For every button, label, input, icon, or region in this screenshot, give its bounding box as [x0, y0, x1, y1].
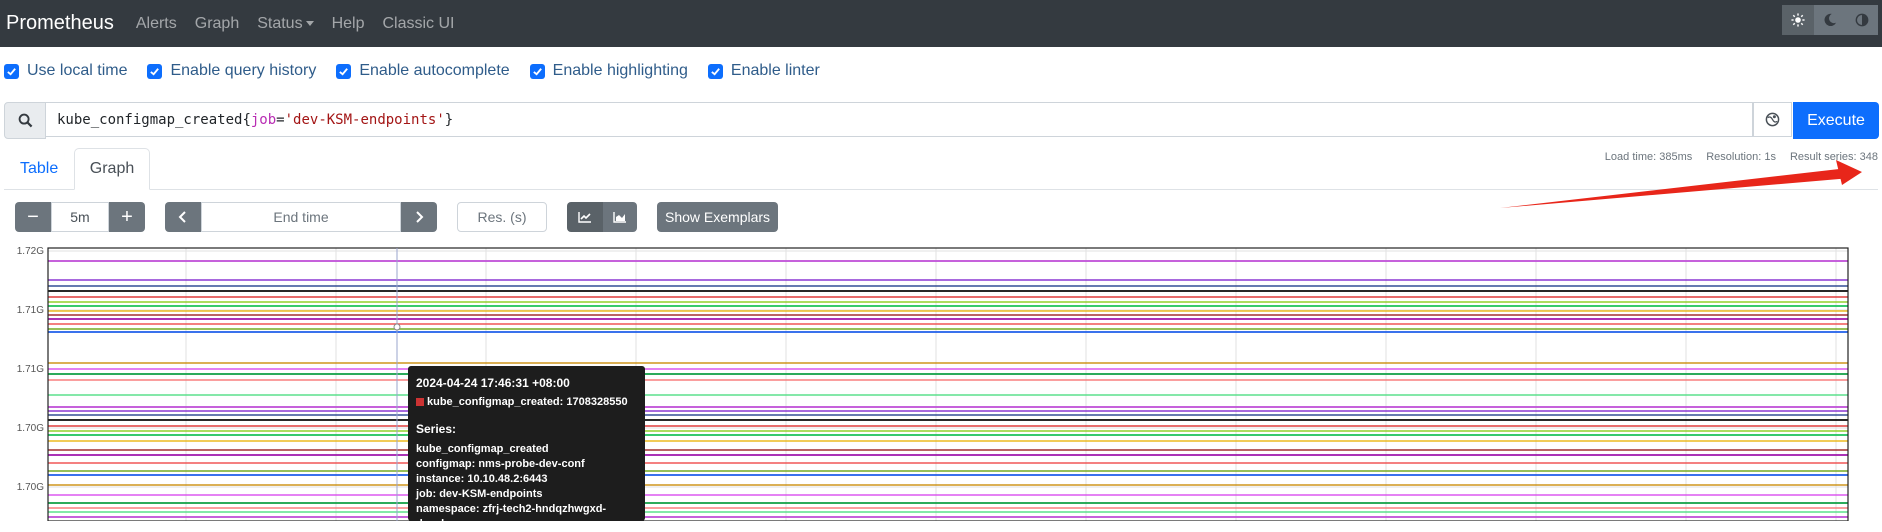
query-close-brace: }: [444, 111, 454, 128]
graph-panel: 1.72G 1.71G 1.71G 1.70G 1.70G: [4, 245, 1878, 521]
checkbox[interactable]: [4, 63, 19, 79]
range-input[interactable]: 5m: [51, 202, 109, 232]
series-lines: [48, 260, 1848, 518]
y-tick-label: 1.71G: [17, 364, 44, 375]
check-icon: [7, 67, 16, 76]
checkbox[interactable]: [529, 63, 545, 79]
brand-title[interactable]: Prometheus: [6, 12, 114, 35]
search-icon: [18, 113, 32, 128]
check-icon: [150, 67, 160, 76]
y-axis-ticks: 1.72G 1.71G 1.71G 1.70G 1.70G: [17, 246, 44, 493]
chevron-down-icon: [305, 20, 314, 26]
checkbox[interactable]: [707, 63, 723, 79]
moon-icon: [1824, 13, 1837, 27]
plot-frame: [47, 247, 1849, 521]
tooltip-label-line: job: dev-KSM-endpoints: [416, 488, 543, 500]
y-tick-label: 1.72G: [17, 246, 44, 257]
tab-divider: [4, 189, 1878, 190]
tooltip-label-line: configmap: nms-probe-dev-conf: [416, 458, 585, 470]
option-label: Enable linter: [730, 62, 820, 79]
show-exemplars-button[interactable]: Show Exemplars: [657, 202, 779, 232]
checkbox[interactable]: [147, 63, 163, 79]
execute-button[interactable]: Execute: [1793, 102, 1879, 139]
graph-controls: − 5m + End time Res. (s) Show Exemplars: [15, 202, 779, 232]
half-circle-icon: [1855, 13, 1869, 27]
y-tick-label: 1.70G: [17, 423, 44, 434]
result-series: Result series: 348: [1789, 151, 1878, 163]
tooltip-time: 2024-04-24 17:46:31 +08:00: [416, 376, 570, 390]
browser-theme-button[interactable]: [1846, 5, 1878, 35]
nav-help[interactable]: Help: [332, 15, 365, 33]
nav-classic-ui[interactable]: Classic UI: [382, 15, 454, 33]
line-chart-button[interactable]: [567, 202, 603, 232]
tab-graph[interactable]: Graph: [74, 148, 150, 190]
graph-tooltip: 2024-04-24 17:46:31 +08:00 kube_configma…: [408, 366, 645, 530]
tooltip-series-labels: kube_configmap_created configmap: nms-pr…: [416, 442, 637, 532]
checkbox[interactable]: [336, 63, 352, 79]
tooltip-label-line: kube_configmap_created: [416, 443, 549, 455]
globe-icon: [1765, 112, 1780, 127]
option-label: Enable query history: [170, 62, 317, 79]
tooltip-value: 1708328550: [566, 396, 628, 408]
nav-status[interactable]: Status: [257, 14, 314, 33]
query-stats: Load time: 385ms Resolution: 1s Result s…: [1591, 151, 1878, 163]
tooltip-value-row: kube_configmap_created: 1708328550: [416, 396, 637, 408]
option-use-local-time[interactable]: Use local time: [4, 62, 127, 80]
resolution: Resolution: 1s: [1706, 151, 1776, 163]
option-enable-linter[interactable]: Enable linter: [707, 62, 820, 80]
option-label: Enable highlighting: [552, 62, 688, 79]
nav-status-label: Status: [257, 14, 303, 32]
chevron-left-icon: [178, 211, 186, 223]
y-tick-label: 1.70G: [17, 482, 44, 493]
option-label: Use local time: [27, 62, 128, 79]
stacked-chart-button[interactable]: [603, 202, 637, 232]
chevron-right-icon: [416, 211, 424, 223]
check-icon: [532, 67, 542, 76]
option-enable-query-history[interactable]: Enable query history: [147, 62, 316, 80]
light-theme-button[interactable]: [1782, 5, 1814, 35]
previous-time-button[interactable]: [165, 202, 201, 232]
end-time-input[interactable]: End time: [201, 202, 401, 232]
expression-input[interactable]: kube_configmap_created{job ='dev-KSM-endp…: [45, 102, 1753, 137]
dark-theme-button[interactable]: [1814, 5, 1846, 35]
increase-range-button[interactable]: +: [109, 202, 145, 232]
check-icon: [711, 67, 720, 76]
query-label-name: job: [250, 111, 277, 128]
query-metric: kube_configmap_created: [57, 111, 243, 128]
tooltip-series-title: Series:: [416, 422, 457, 436]
area-chart-icon: [613, 212, 626, 223]
option-enable-highlighting[interactable]: Enable highlighting: [529, 62, 688, 80]
tooltip-metric-name: kube_configmap_created:: [427, 396, 564, 408]
query-label-value: 'dev-KSM-endpoints': [284, 111, 445, 128]
decrease-range-button[interactable]: −: [15, 202, 51, 232]
sun-icon: [1791, 13, 1805, 27]
series-color-swatch: [416, 398, 424, 406]
tab-table[interactable]: Table: [20, 160, 58, 178]
nav-alerts[interactable]: Alerts: [136, 15, 177, 33]
tooltip-label-line: instance: 10.10.48.2:6443: [416, 473, 548, 485]
query-eq: =: [276, 111, 285, 128]
query-open-brace: {: [242, 111, 251, 128]
resolution-input[interactable]: Res. (s): [457, 202, 547, 232]
option-enable-autocomplete[interactable]: Enable autocomplete: [336, 62, 510, 80]
query-options: Use local time Enable query history Enab…: [4, 62, 840, 80]
nav-graph[interactable]: Graph: [195, 15, 239, 33]
tooltip-label-line: namespace: zfrj-tech2-hndqzhwgxd-develop: [416, 503, 607, 530]
option-label: Enable autocomplete: [359, 62, 510, 79]
search-icon-box: [4, 102, 46, 139]
time-series-chart[interactable]: 1.72G 1.71G 1.71G 1.70G 1.70G: [4, 245, 1878, 521]
expression-row: kube_configmap_created{job ='dev-KSM-endp…: [4, 102, 1879, 139]
load-time: Load time: 385ms: [1604, 151, 1693, 163]
check-icon: [339, 67, 349, 76]
metrics-explorer-button[interactable]: [1753, 102, 1792, 137]
grid: [48, 248, 1848, 521]
next-time-button[interactable]: [401, 202, 437, 232]
y-tick-label: 1.71G: [17, 305, 44, 316]
line-chart-icon: [578, 212, 591, 223]
hover-point: [393, 323, 401, 331]
theme-toggle-group: [1782, 5, 1878, 35]
top-navbar: Prometheus Alerts Graph Status Help Clas…: [0, 0, 1882, 47]
